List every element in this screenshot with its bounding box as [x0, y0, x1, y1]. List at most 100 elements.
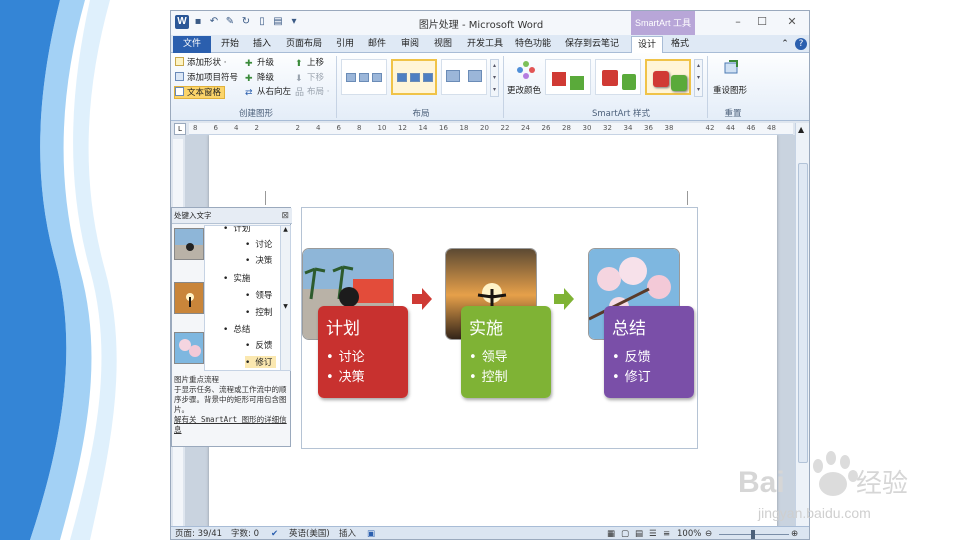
redo-icon[interactable]: ↻	[239, 15, 253, 29]
flow-arrow-2[interactable]	[554, 288, 574, 313]
layout-option-3[interactable]	[441, 59, 487, 95]
ruler-tick-label: 48	[767, 124, 776, 132]
tab-home[interactable]: 开始	[215, 36, 245, 53]
zoom-level[interactable]: 100%	[677, 527, 701, 539]
baidu-jingyan-watermark: Bai 经验 jingyan.baidu.com	[738, 448, 928, 528]
process-card-summary[interactable]: 总结 反馈 修订	[604, 306, 694, 398]
picture-placeholder-2[interactable]	[174, 282, 204, 314]
style-swatch	[671, 75, 687, 91]
learn-more-link[interactable]: 解有关 SmartArt 图形的详细信息	[174, 415, 290, 435]
picture-placeholder-3[interactable]	[174, 332, 204, 364]
format-painter-icon[interactable]: ✎	[223, 15, 237, 29]
ruler-tick-label: 24	[521, 124, 530, 132]
change-colors-button[interactable]: 更改颜色	[507, 85, 541, 98]
minimize-icon[interactable]: –	[727, 14, 749, 30]
create-graphic-group-label: 创建图形	[238, 109, 273, 119]
web-layout-view-icon[interactable]: ▤	[635, 527, 643, 539]
list-item[interactable]: 讨论	[245, 238, 272, 250]
macro-record-icon[interactable]: ▣	[367, 527, 375, 539]
styles-gallery-scroll[interactable]: ▴ ▾ ▾	[694, 59, 703, 97]
list-item[interactable]: 实施	[223, 272, 250, 284]
horizontal-ruler[interactable]: 8 6 4 2 2 4 6 8 10 12 14 16 18 20 22 24 26 28 30 32 34 36 38 42…	[189, 123, 793, 135]
demote-button[interactable]: ✚ 降级	[245, 72, 274, 85]
layout-shape	[446, 70, 460, 82]
tab-design[interactable]: 设计	[631, 36, 663, 53]
text-pane-button[interactable]: 文本窗格	[174, 86, 226, 99]
scroll-thumb[interactable]	[798, 163, 808, 463]
undo-icon[interactable]: ↶	[207, 15, 221, 29]
svg-text:Bai: Bai	[738, 466, 785, 499]
tab-insert[interactable]: 插入	[247, 36, 277, 53]
help-icon[interactable]: ?	[795, 38, 807, 50]
word-count[interactable]: 字数: 0	[231, 527, 259, 539]
move-down-button[interactable]: ⬇ 下移	[295, 72, 324, 85]
layout-option-1[interactable]	[341, 59, 387, 95]
reset-graphic-button[interactable]: 重设图形	[713, 85, 747, 98]
text-pane-scrollbar[interactable]: ▲ ▼	[280, 225, 291, 371]
ribbon-separator	[336, 56, 337, 118]
tab-mailings[interactable]: 邮件	[363, 36, 391, 53]
list-item[interactable]: 控制	[245, 306, 272, 318]
tab-view[interactable]: 视图	[428, 36, 458, 53]
margin-mark	[687, 191, 688, 205]
smartart-graphic[interactable]: 计划 讨论 决策 实施 领导 控制 总结 反馈 修订	[301, 207, 698, 449]
list-item[interactable]: 决策	[245, 254, 272, 266]
outline-view-icon[interactable]: ☰	[649, 527, 657, 539]
smartart-style-3-selected[interactable]	[645, 59, 691, 95]
layout-option-2-selected[interactable]	[391, 59, 437, 95]
layout-dropdown-button[interactable]: 品布局 ·	[295, 86, 329, 99]
move-up-button[interactable]: ⬆ 上移	[295, 57, 324, 70]
zoom-in-icon[interactable]: ⊕	[791, 527, 798, 539]
add-bullet-button[interactable]: 添加项目符号	[175, 72, 238, 85]
list-item-selected[interactable]: 修订	[245, 356, 277, 368]
proofing-icon[interactable]: ✔	[271, 527, 278, 539]
promote-button[interactable]: ✚ 升级	[245, 57, 274, 70]
process-card-plan[interactable]: 计划 讨论 决策	[318, 306, 408, 398]
list-item[interactable]: 总结	[223, 323, 250, 335]
list-item[interactable]: 计划	[223, 226, 250, 234]
reset-graphic-icon[interactable]	[723, 59, 741, 77]
tab-save-to-cloud[interactable]: 保存到云笔记	[561, 36, 623, 53]
close-icon[interactable]: ⊠	[281, 208, 289, 224]
draft-view-icon[interactable]: ≡	[663, 527, 670, 539]
ribbon-minimize-icon[interactable]: ⌃	[779, 36, 791, 53]
smartart-style-1[interactable]	[545, 59, 591, 95]
right-to-left-button[interactable]: ⇄ 从右向左	[245, 86, 291, 99]
flow-arrow-1[interactable]	[412, 288, 432, 313]
text-pane-bullet-list[interactable]: 计划 讨论 决策 实施 领导 控制 总结 反馈 修订	[204, 225, 282, 371]
print-layout-view-icon[interactable]: ▦	[607, 527, 615, 539]
tab-developer[interactable]: 开发工具	[463, 36, 507, 53]
tab-file[interactable]: 文件	[173, 36, 211, 53]
scroll-up-icon[interactable]: ▲	[798, 125, 804, 134]
close-icon[interactable]: ✕	[781, 14, 803, 30]
change-colors-icon[interactable]	[515, 59, 537, 81]
layouts-gallery-scroll[interactable]: ▴ ▾ ▾	[490, 59, 499, 97]
print-preview-icon[interactable]: ▤	[271, 15, 285, 29]
tab-selector[interactable]: L	[174, 123, 186, 135]
picture-placeholder-1[interactable]	[174, 228, 204, 260]
card-bullet: 领导	[469, 346, 508, 365]
save-icon[interactable]: ▪	[191, 15, 205, 29]
add-shape-button[interactable]: 添加形状 ·	[175, 57, 226, 70]
zoom-out-icon[interactable]: ⊖	[705, 527, 712, 539]
maximize-icon[interactable]: ☐	[751, 14, 773, 30]
tab-review[interactable]: 审阅	[395, 36, 425, 53]
list-item[interactable]: 领导	[245, 289, 272, 301]
language-indicator[interactable]: 英语(美国)	[289, 527, 330, 539]
tab-references[interactable]: 引用	[331, 36, 359, 53]
ruler-tick-label: 28	[562, 124, 571, 132]
full-screen-view-icon[interactable]: ▢	[621, 527, 629, 539]
tab-format[interactable]: 格式	[665, 36, 695, 53]
smartart-style-2[interactable]	[595, 59, 641, 95]
tab-special-features[interactable]: 特色功能	[511, 36, 555, 53]
zoom-slider-thumb[interactable]	[751, 530, 755, 539]
ruler-tick-label: 38	[664, 124, 674, 132]
list-item[interactable]: 反馈	[245, 339, 272, 351]
insert-mode-indicator[interactable]: 插入	[339, 527, 356, 539]
word-app-icon[interactable]: W	[175, 15, 189, 29]
new-document-icon[interactable]: ▯	[255, 15, 269, 29]
process-card-execute[interactable]: 实施 领导 控制	[461, 306, 551, 398]
customize-qat-icon[interactable]: ▾	[287, 15, 301, 29]
tab-page-layout[interactable]: 页面布局	[281, 36, 327, 53]
page-counter[interactable]: 页面: 39/41	[175, 527, 222, 539]
